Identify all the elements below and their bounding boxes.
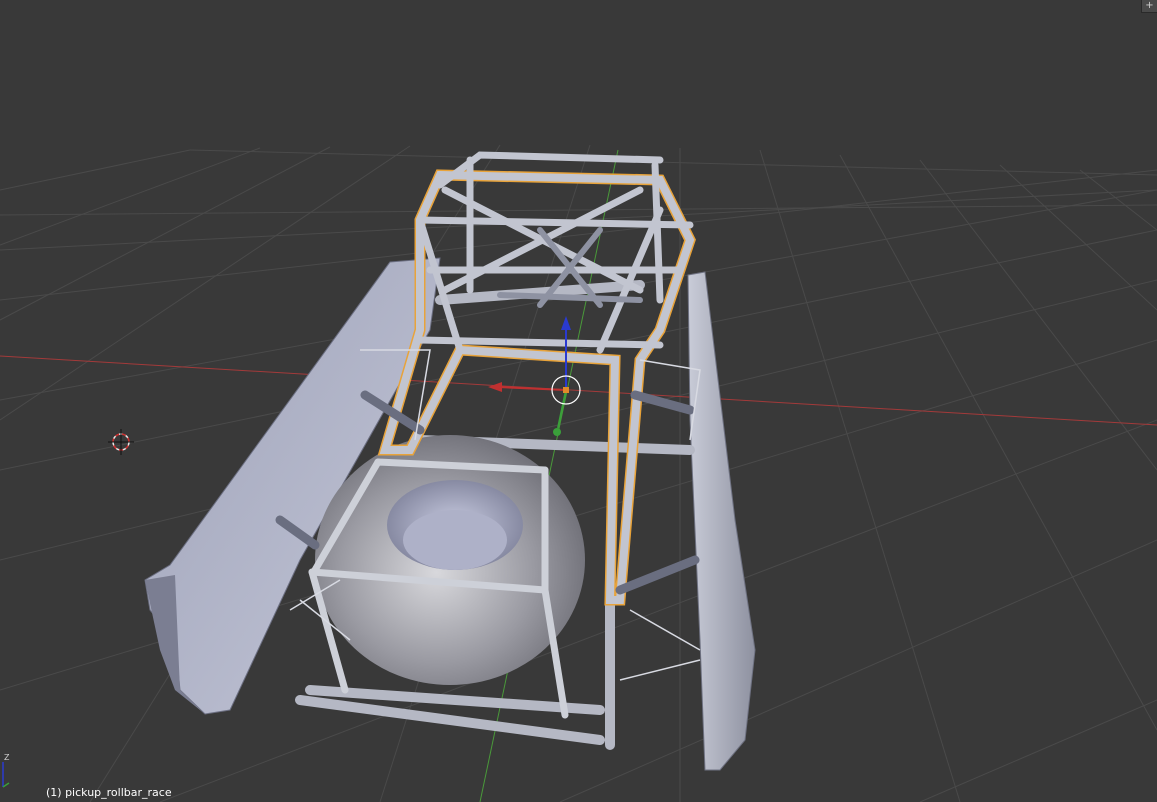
floor-grid — [0, 144, 1157, 802]
3d-viewport[interactable]: Z (1) pickup_rollbar_race + — [0, 0, 1157, 802]
x-axis-line — [0, 355, 1157, 426]
right-side-panel — [687, 271, 756, 771]
3d-cursor-icon[interactable] — [108, 429, 134, 455]
viewport-scene[interactable] — [0, 0, 1157, 802]
mini-axis-label: Z — [4, 753, 10, 762]
split-area-icon[interactable]: + — [1141, 0, 1157, 13]
view-axis-icon: Z — [2, 753, 10, 788]
transform-manipulator-icon[interactable] — [488, 316, 581, 436]
active-object-label: (1) pickup_rollbar_race — [46, 786, 172, 799]
